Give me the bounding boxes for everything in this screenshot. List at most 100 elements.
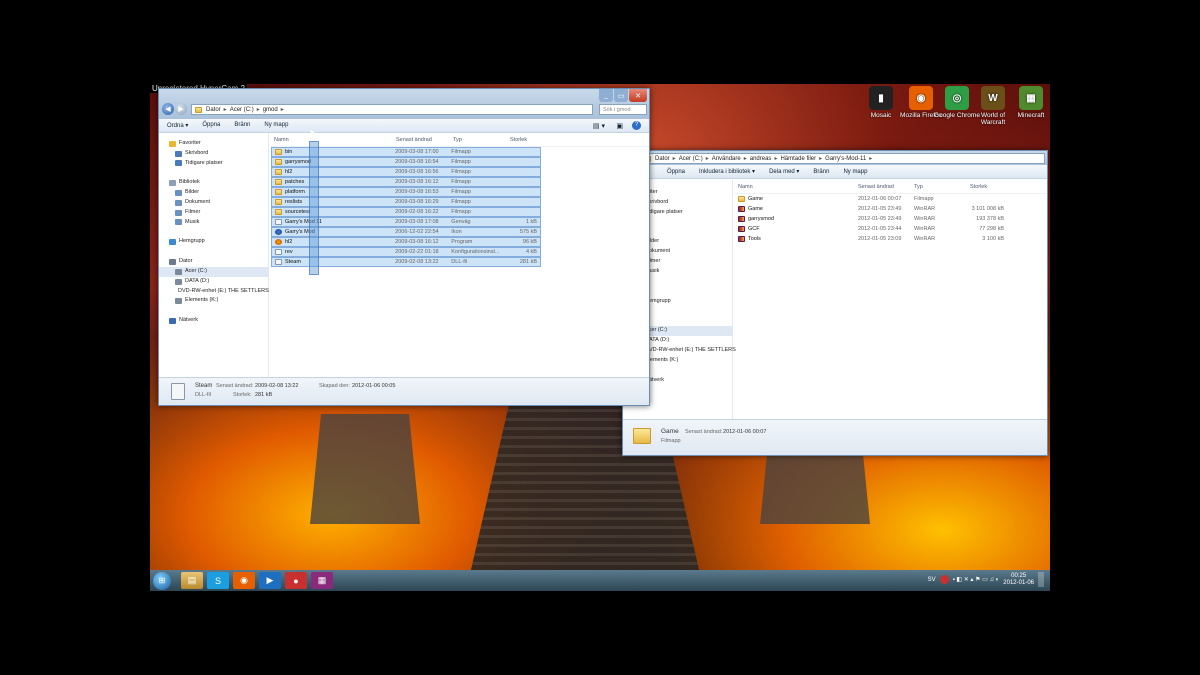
tray-icons[interactable]: ▪ ◧ ✕ ▴ ⚑ ▭ ♫ ◐ [953,576,1000,583]
breadcrumb-item[interactable]: Garry's-Mod-11 [825,156,866,162]
language-indicator[interactable]: SV [928,577,936,583]
nav-item-label: Tidigare platser [645,208,683,215]
file-row[interactable]: Game 2012-01-05 23:49 WinRAR 3 101 008 kB [735,204,1047,214]
breadcrumb[interactable]: Dator ▸ Acer (C:) ▸ Användare ▸ andreas ▸ Hämtad… [655,155,875,162]
clock[interactable]: 00:25 2012-01-06 [1003,573,1034,587]
show-desktop-button[interactable] [1038,572,1044,587]
nav-group-header[interactable]: Bibliotek [159,178,268,188]
file-name: Steam [272,259,392,265]
file-row[interactable]: Tools 2012-01-05 23:09 WinRAR 3 100 kB [735,234,1047,244]
nav-item[interactable]: DATA (D:) [159,277,268,287]
column-headers[interactable]: Namn Senast ändrad Typ Storlek [735,180,1047,194]
clock-time: 00:25 [1011,572,1027,579]
nav-item[interactable]: Acer (C:) [159,266,268,277]
window-titlebar[interactable]: Dator ▸ Acer (C:) ▸ Användare ▸ andreas ▸ Hämtad… [623,151,1047,165]
toolbar-button[interactable]: Dela med ▾ [769,168,799,175]
breadcrumb-item[interactable]: Acer (C:) [230,107,254,113]
file-name: Game [735,196,855,202]
tray-hypercam-icon[interactable] [939,575,949,584]
close-button[interactable]: ✕ [629,89,647,102]
column-header[interactable]: Senast ändrad [855,184,911,190]
start-button[interactable]: ⊞ [153,571,171,590]
breadcrumb-separator[interactable]: ▸ [774,156,777,162]
explorer-window-garrysmod11[interactable]: Dator ▸ Acer (C:) ▸ Användare ▸ andreas ▸ Hämtad… [622,150,1048,456]
explorer-window-gmod[interactable]: _ ▭ ✕ ◀ ▶ Dator ▸ Acer (C:) ▸ gmod ▸ Sök i gm… [158,88,650,406]
toolbar-button[interactable]: Öppna [667,169,685,175]
details-created-label: Skapad den: [319,383,350,389]
toolbar-button[interactable]: Ordna ▾ [167,122,188,129]
navigation-pane[interactable]: Favoriter Skrivbord Tidigare platser Biblio… [159,133,269,377]
nav-item[interactable]: Musik [159,218,268,228]
breadcrumb-item[interactable]: gmod [263,107,278,113]
nav-item[interactable]: Elements (K:) [159,296,268,306]
breadcrumb-item[interactable]: Användare [712,156,741,162]
nav-item[interactable]: Bilder [159,188,268,198]
nav-item-label: Acer (C:) [185,267,207,274]
toolbar-button[interactable]: Öppna [202,122,220,129]
desktop-icon[interactable]: ▦ Minecraft [1008,86,1054,119]
toolbar-button[interactable]: Bränn [234,122,250,129]
column-header[interactable]: Typ [911,184,967,190]
breadcrumb-separator[interactable]: ▸ [819,156,822,162]
toolbar-button[interactable]: Ny mapp [264,122,288,129]
breadcrumb-separator[interactable]: ▸ [706,156,709,162]
column-header[interactable]: Storlek [967,184,1007,190]
nav-group-header[interactable]: Hemgrupp [159,237,268,247]
taskbar-skype-button[interactable]: S [207,572,229,589]
taskbar-winrar-button[interactable]: ▦ [311,572,333,589]
breadcrumb-item[interactable]: Dator [655,156,670,162]
breadcrumb-separator[interactable]: ▸ [744,156,747,162]
help-icon[interactable]: ? [632,121,641,130]
preview-pane-icon[interactable]: ▣ [616,122,623,130]
file-list[interactable]: Namn Senast ändrad Typ Storlek Game 2012-01-… [735,180,1047,419]
file-date: 2012-01-05 23:44 [858,226,902,232]
column-header[interactable]: Typ [450,137,507,143]
taskbar-media-player-button[interactable]: ▶ [259,572,281,589]
file-row[interactable]: Game 2012-01-06 00:07 Filmapp [735,194,1047,204]
column-headers[interactable]: Namn Senast ändrad Typ Storlek [271,133,649,147]
nav-group-header[interactable]: Dator [159,257,268,267]
breadcrumb-separator[interactable]: ▸ [224,107,227,113]
nav-group-header[interactable]: Favoriter [159,139,268,149]
taskbar-explorer-button[interactable]: ▤ [181,572,203,589]
back-button[interactable]: ◀ [162,103,174,115]
search-input[interactable]: Sök i gmod [599,104,647,115]
maximize-button[interactable]: ▭ [614,89,628,102]
column-header[interactable]: Storlek [507,137,543,143]
address-bar[interactable]: Dator ▸ Acer (C:) ▸ Användare ▸ andreas ▸ Hämtad… [629,153,1045,164]
breadcrumb-separator[interactable]: ▸ [281,107,284,113]
file-row[interactable]: GCF 2012-01-05 23:44 WinRAR 77 298 kB [735,224,1047,234]
file-row[interactable]: garrysmod 2012-01-05 23:49 WinRAR 193 378 k… [735,214,1047,224]
file-list[interactable]: Namn Senast ändrad Typ Storlek bin 2009-03-0… [271,133,649,377]
toolbar-button[interactable]: Bränn [813,169,829,175]
column-header[interactable]: Senast ändrad [393,137,450,143]
nav-item[interactable]: Dokument [159,198,268,208]
nav-item[interactable]: Skrivbord [159,149,268,159]
column-header[interactable]: Namn [271,137,393,143]
nav-item[interactable]: DVD-RW-enhet (E:) THE SETTLERS [159,287,269,297]
file-name: hl2 [272,239,392,245]
breadcrumb-separator[interactable]: ▸ [257,107,260,113]
toolbar-button[interactable]: Ny mapp [843,169,867,175]
breadcrumb-item[interactable]: andreas [750,156,772,162]
window-titlebar[interactable]: _ ▭ ✕ ◀ ▶ Dator ▸ Acer (C:) ▸ gmod ▸ Sök i gm… [159,89,649,119]
nav-item[interactable]: Tidigare platser [159,159,268,169]
gmod-icon [275,229,282,235]
nav-item[interactable]: Filmer [159,208,268,218]
breadcrumb-item[interactable]: Acer (C:) [679,156,703,162]
breadcrumb-separator[interactable]: ▸ [673,156,676,162]
nav-group-header[interactable]: Nätverk [159,316,268,326]
breadcrumb[interactable]: Dator ▸ Acer (C:) ▸ gmod ▸ [206,106,287,113]
forward-button[interactable]: ▶ [175,103,187,115]
minimize-button[interactable]: _ [599,89,613,102]
toolbar-button[interactable]: Inkludera i bibliotek ▾ [699,168,755,175]
taskbar-record-button[interactable]: ● [285,572,307,589]
breadcrumb-item[interactable]: Dator [206,107,221,113]
column-header[interactable]: Namn [735,184,855,190]
taskbar-firefox-button[interactable]: ◉ [233,572,255,589]
breadcrumb-item[interactable]: Hämtade filer [780,156,816,162]
breadcrumb-separator[interactable]: ▸ [869,156,872,162]
address-bar[interactable]: Dator ▸ Acer (C:) ▸ gmod ▸ [191,104,593,115]
view-options-icon[interactable]: ▤ ▾ [593,122,605,130]
nav-item-label: Favoriter [179,140,201,146]
